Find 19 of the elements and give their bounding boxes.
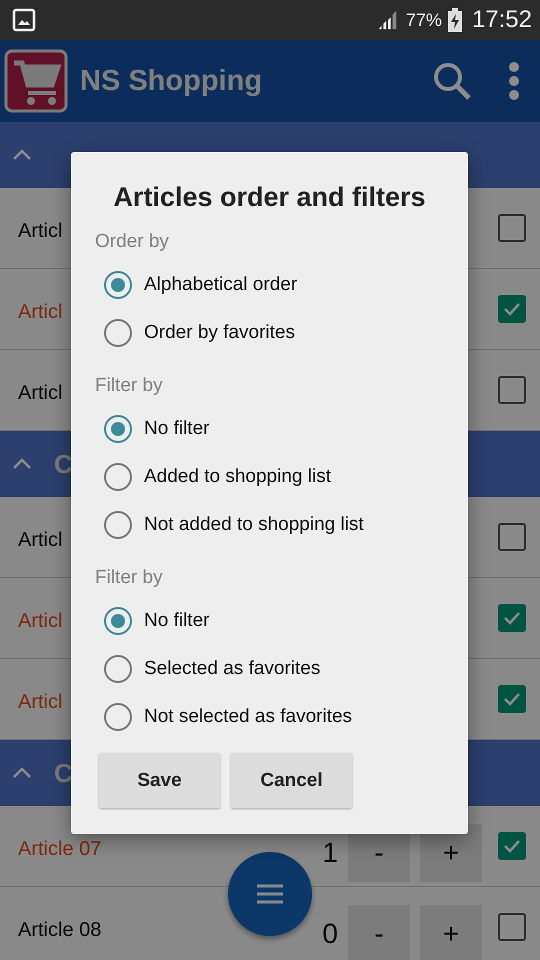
section-label: Filter by — [95, 567, 164, 589]
article-name: Article 08 — [18, 918, 102, 942]
section-label: Order by — [95, 231, 170, 253]
article-name: Article 07 — [18, 836, 102, 860]
article-name: Articl — [18, 218, 62, 242]
category-title: C — [54, 758, 73, 788]
article-name: Articl — [18, 300, 62, 324]
dialog-title: Articles order and filters — [112, 182, 427, 213]
clock-time: 17:52 — [472, 6, 532, 34]
article-name: Articl — [18, 528, 62, 552]
quantity-text: 1 — [322, 837, 338, 869]
quantity-text: 0 — [322, 918, 338, 950]
article-name: Articl — [18, 608, 62, 632]
category-title: C — [54, 448, 73, 480]
article-name: Articl — [18, 380, 62, 404]
battery-percentage: 77% — [406, 10, 442, 30]
article-name: Articl — [18, 690, 62, 714]
section-label: Filter by — [95, 375, 164, 397]
app-title: NS Shopping — [80, 64, 262, 98]
